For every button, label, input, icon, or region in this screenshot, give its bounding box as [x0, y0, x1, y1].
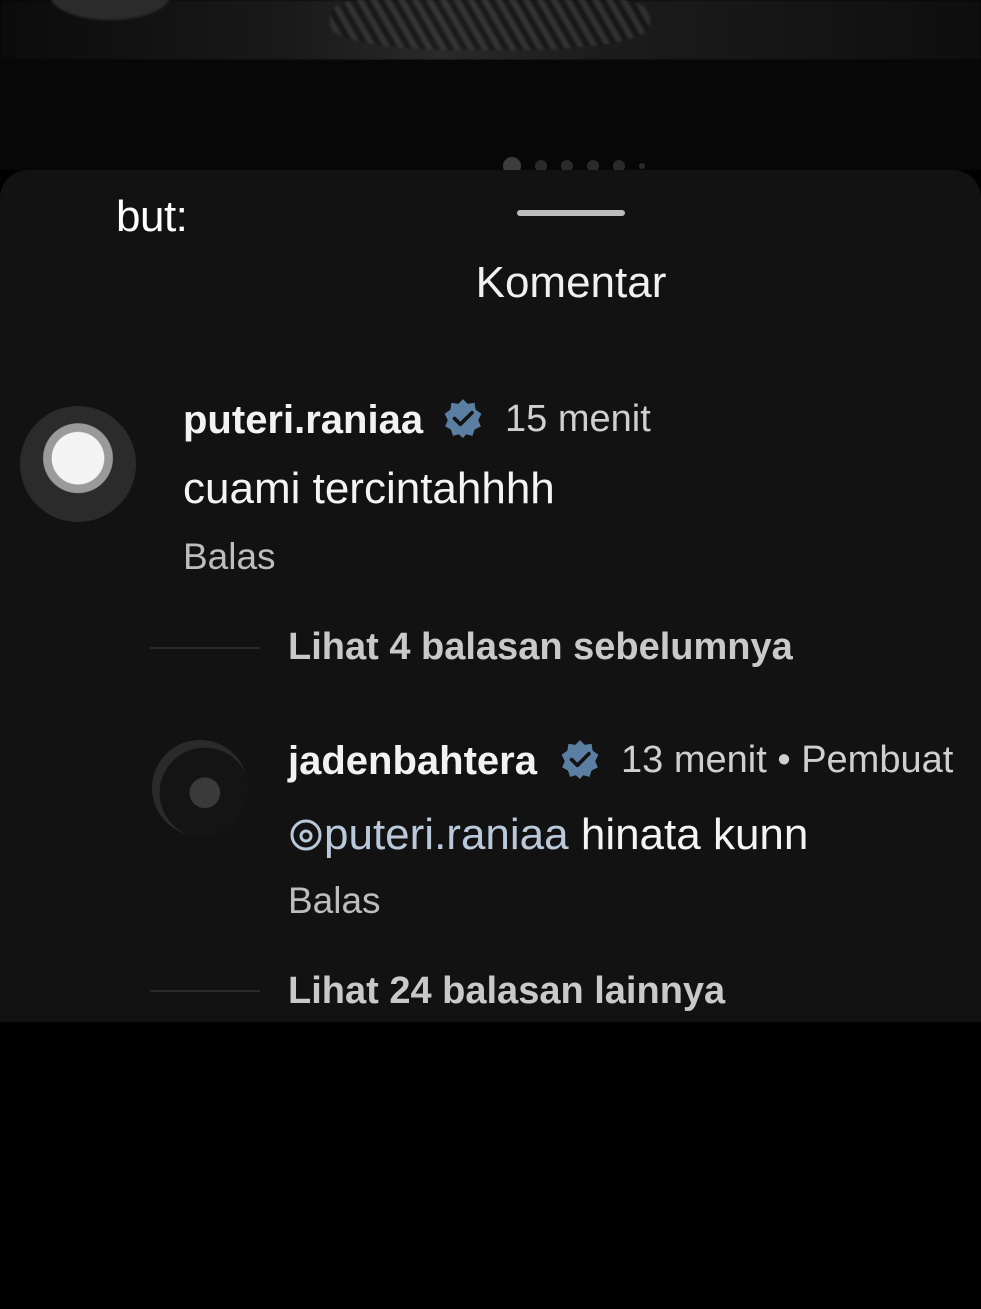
reply-username[interactable]: jadenbahtera	[288, 739, 537, 784]
reply-meta: 13 menit • Pembuat	[621, 739, 953, 782]
meta-separator: •	[777, 739, 791, 781]
view-more-replies[interactable]: Lihat 24 balasan lainnya	[288, 970, 725, 1013]
carousel-area	[0, 60, 981, 175]
comment-username[interactable]: puteri.raniaa	[183, 398, 423, 443]
drag-handle[interactable]	[517, 210, 625, 216]
creator-label: Pembuat	[801, 739, 954, 781]
comments-sheet: but: Komentar puteri.raniaa 15 menit cua…	[0, 170, 981, 1022]
sheet-title: Komentar	[475, 258, 667, 307]
mention-username: puteri.raniaa	[324, 810, 569, 859]
reply-time: 13 menit	[621, 739, 767, 781]
reply-button[interactable]: Balas	[183, 536, 276, 578]
reply-text: puteri.raniaa hinata kunn	[288, 810, 808, 860]
reply-body: hinata kunn	[580, 810, 809, 859]
carousel-dot	[639, 163, 645, 169]
verified-icon	[444, 399, 482, 438]
meme-caption: but:	[116, 192, 188, 241]
view-previous-replies[interactable]: Lihat 4 balasan sebelumnya	[288, 626, 793, 669]
comment-time: 15 menit	[505, 398, 651, 440]
divider-line	[150, 990, 260, 992]
verified-icon	[561, 740, 599, 779]
post-image-strip	[0, 0, 981, 60]
avatar[interactable]	[152, 740, 248, 836]
reply-button[interactable]: Balas	[288, 880, 381, 922]
mention-link[interactable]: puteri.raniaa	[288, 810, 581, 859]
divider-line	[150, 647, 260, 649]
threads-icon	[290, 819, 322, 851]
avatar[interactable]	[20, 406, 136, 522]
comment-text: cuami tercintahhhh	[183, 464, 555, 513]
